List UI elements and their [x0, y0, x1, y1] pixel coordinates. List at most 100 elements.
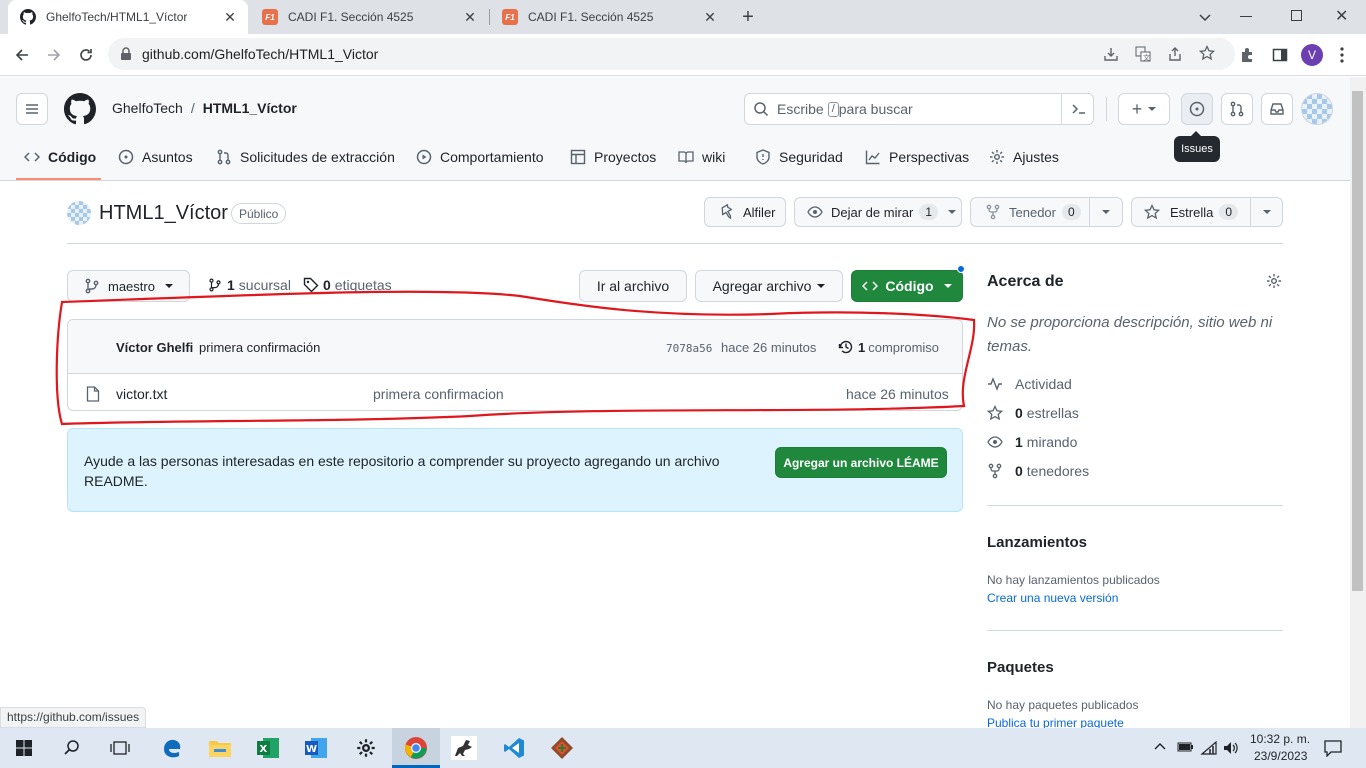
lock-icon — [120, 47, 132, 61]
wifi-icon[interactable] — [1200, 740, 1218, 756]
new-tab-button[interactable]: + — [737, 7, 759, 29]
clock-date[interactable]: 23/9/2023 — [1254, 749, 1307, 763]
excel-icon[interactable]: X — [244, 728, 292, 768]
tab-code[interactable]: Código — [24, 146, 96, 168]
play-icon — [416, 149, 432, 165]
search-icon[interactable] — [48, 728, 96, 768]
repo-title[interactable]: HTML1_Víctor — [99, 202, 228, 225]
stars-link[interactable]: 0 estrellas — [987, 405, 1079, 421]
breadcrumb: GhelfoTech / HTML1_Víctor — [112, 100, 297, 116]
github-logo-icon[interactable] — [64, 93, 96, 125]
forward-icon[interactable] — [42, 43, 66, 67]
svg-text:W: W — [306, 744, 317, 755]
tab-issues[interactable]: Asuntos — [118, 146, 193, 168]
github-icon — [20, 9, 36, 25]
file-explorer-icon[interactable] — [196, 728, 244, 768]
issues-button[interactable] — [1181, 93, 1213, 125]
add-readme-button[interactable]: Agregar un archivo LÉAME — [775, 447, 947, 478]
tab-pull-requests[interactable]: Solicitudes de extracción — [216, 146, 395, 168]
bookmark-star-icon[interactable] — [1199, 45, 1215, 61]
menu-icon — [26, 104, 38, 114]
close-tab-icon[interactable]: ✕ — [222, 9, 238, 25]
notifications-icon[interactable] — [1324, 739, 1342, 757]
caret-down-icon — [1148, 107, 1157, 111]
packages-empty: No hay paquetes publicados — [987, 698, 1139, 712]
side-panel-icon[interactable] — [1272, 47, 1288, 63]
clock-time[interactable]: 10:32 p. m. — [1250, 732, 1310, 746]
vscode-icon[interactable] — [490, 728, 538, 768]
pin-label: Alfiler — [743, 204, 776, 220]
create-release-link[interactable]: Crear una nueva versión — [987, 591, 1118, 605]
tab-search-icon[interactable] — [1195, 8, 1215, 26]
page-scrollbar[interactable] — [1350, 77, 1366, 728]
back-icon[interactable] — [10, 43, 34, 67]
inbox-button[interactable] — [1261, 93, 1293, 125]
title-divider — [67, 243, 1283, 244]
dinosaur-app-icon[interactable] — [440, 728, 488, 768]
tab-actions[interactable]: Comportamiento — [416, 146, 544, 168]
address-bar[interactable]: github.com/GhelfoTech/HTML1_Victor 文 — [108, 38, 1235, 70]
settings-gear-icon[interactable] — [342, 728, 390, 768]
cadi-icon: F1 — [262, 9, 278, 25]
windows-start-icon[interactable] — [0, 728, 48, 768]
svg-text:文: 文 — [1143, 53, 1150, 62]
extensions-icon[interactable] — [1239, 47, 1255, 63]
translate-icon[interactable]: 文 — [1135, 46, 1151, 62]
browser-tab-github[interactable]: GhelfoTech/HTML1_Víctor ✕ — [8, 0, 248, 34]
stat-count: 0 — [1015, 405, 1023, 421]
packages-title[interactable]: Paquetes — [987, 659, 1054, 676]
forks-link[interactable]: 0 tenedores — [987, 463, 1089, 479]
close-window-icon[interactable]: ✕ — [1335, 6, 1348, 26]
releases-title[interactable]: Lanzamientos — [987, 534, 1087, 551]
user-avatar[interactable] — [1301, 93, 1333, 125]
close-tab-icon[interactable]: ✕ — [462, 9, 478, 25]
tab-settings[interactable]: Ajustes — [989, 146, 1059, 168]
about-settings-gear-icon[interactable] — [1266, 273, 1282, 289]
scrollbar-thumb[interactable] — [1352, 91, 1363, 591]
close-tab-icon[interactable]: ✕ — [702, 9, 718, 25]
tab-label: Ajustes — [1013, 149, 1059, 165]
word-icon[interactable]: W — [292, 728, 340, 768]
tab-wiki[interactable]: wiki — [678, 146, 725, 168]
breadcrumb-repo[interactable]: HTML1_Víctor — [203, 100, 297, 116]
profile-avatar[interactable]: V — [1301, 44, 1323, 66]
inbox-icon — [1270, 103, 1284, 115]
watchers-link[interactable]: 1 mirando — [987, 434, 1077, 450]
star-dropdown-button[interactable] — [1250, 197, 1283, 227]
search-input[interactable]: Escribe / para buscar — [744, 93, 1094, 125]
volume-icon[interactable] — [1222, 740, 1240, 756]
git-gui-icon[interactable] — [538, 728, 586, 768]
tab-projects[interactable]: Proyectos — [570, 146, 656, 168]
browser-tab-cadi-2[interactable]: F1 CADI F1. Sección 4525 ✕ — [490, 0, 728, 34]
edge-icon[interactable] — [148, 728, 196, 768]
tab-label: wiki — [702, 149, 726, 165]
browser-menu-icon[interactable] — [1340, 46, 1344, 64]
hamburger-menu-button[interactable] — [16, 93, 48, 125]
watch-button[interactable]: Dejar de mirar 1 — [794, 197, 962, 227]
activity-link[interactable]: Actividad — [987, 376, 1072, 392]
tab-label: Solicitudes de extracción — [240, 149, 395, 165]
breadcrumb-owner[interactable]: GhelfoTech — [112, 100, 183, 116]
task-view-icon[interactable] — [96, 728, 144, 768]
chrome-taskbar-icon[interactable] — [392, 728, 440, 768]
reload-icon[interactable] — [74, 43, 98, 67]
pull-requests-button[interactable] — [1221, 93, 1253, 125]
star-button[interactable]: Estrella 0 — [1131, 197, 1251, 227]
restore-icon[interactable] — [1291, 10, 1302, 21]
watch-count: 1 — [919, 204, 939, 220]
browser-tab-cadi-1[interactable]: F1 CADI F1. Sección 4525 ✕ — [250, 0, 488, 34]
command-palette-icon[interactable] — [1071, 101, 1087, 117]
tab-insights[interactable]: Perspectivas — [865, 146, 969, 168]
fork-button[interactable]: Tenedor 0 — [970, 197, 1090, 227]
pin-button[interactable]: Alfiler — [704, 197, 786, 227]
share-icon[interactable] — [1167, 46, 1183, 62]
fork-dropdown-button[interactable] — [1089, 197, 1123, 227]
stat-count: 1 — [1015, 434, 1023, 450]
tray-chevron-up-icon[interactable] — [1153, 741, 1167, 751]
tab-label: Comportamiento — [440, 149, 544, 165]
minimize-icon[interactable] — [1240, 16, 1252, 17]
install-icon[interactable] — [1103, 46, 1119, 62]
tab-security[interactable]: Seguridad — [755, 146, 843, 168]
battery-icon[interactable] — [1176, 740, 1194, 754]
create-new-button[interactable]: + — [1118, 93, 1170, 125]
